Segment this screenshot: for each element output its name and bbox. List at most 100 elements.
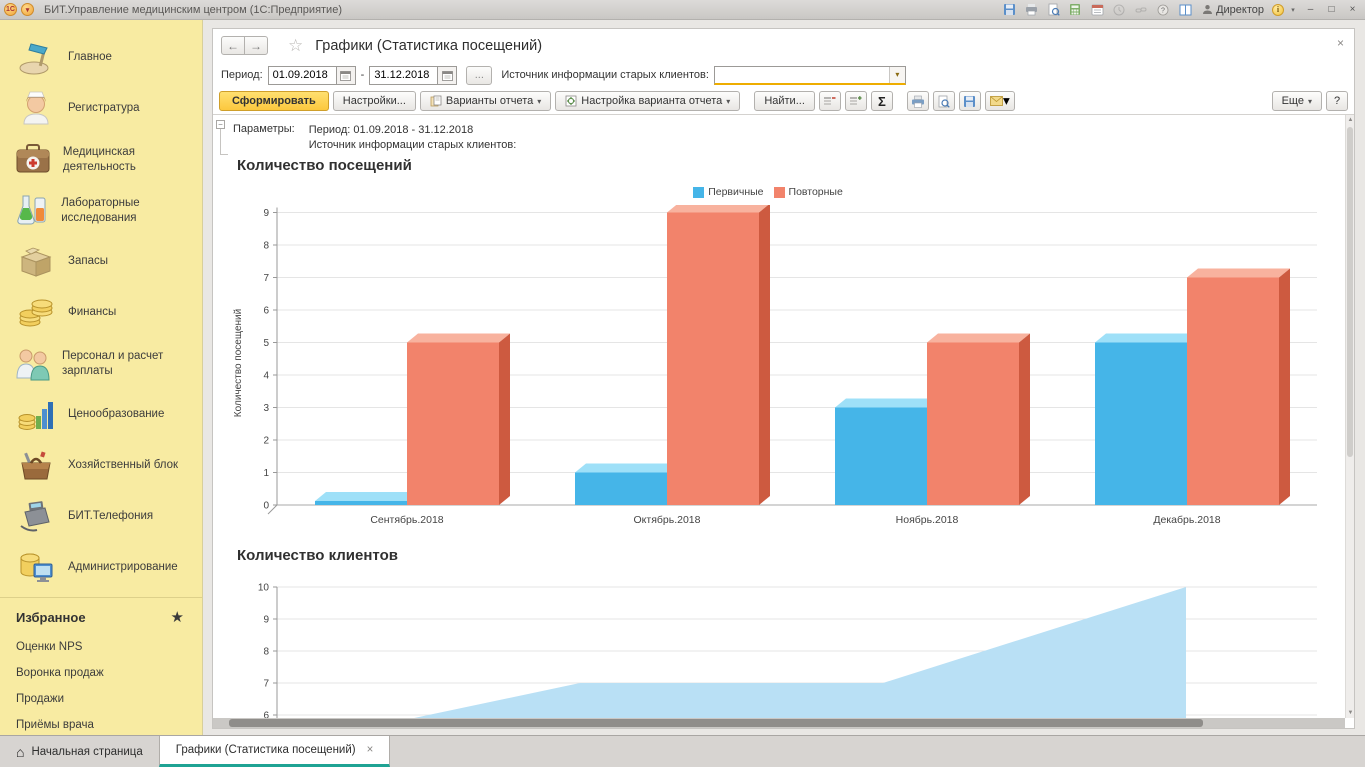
period-label: Период: — [221, 69, 263, 81]
calendar-picker-button[interactable] — [437, 66, 457, 85]
period-to-input[interactable] — [369, 66, 437, 85]
svg-text:3: 3 — [263, 403, 269, 414]
app-logo-icon[interactable]: 1С — [4, 3, 17, 16]
print-button[interactable] — [1022, 2, 1040, 18]
home-icon: ⌂ — [16, 744, 24, 760]
sidebar-item-pricing[interactable]: Ценообразование — [0, 389, 202, 440]
sidebar-item-label: Ценообразование — [68, 407, 164, 421]
sidebar-item-label: Администрирование — [68, 560, 178, 574]
calculator-button[interactable] — [1066, 2, 1084, 18]
report-variants-button[interactable]: Варианты отчета ▾ — [420, 91, 551, 111]
sidebar-item-administration[interactable]: Администрирование — [0, 542, 202, 593]
tab-report-active[interactable]: Графики (Статистика посещений) × — [159, 736, 391, 767]
find-button[interactable]: Найти... — [754, 91, 815, 111]
sidebar-item-telephony[interactable]: БИТ.Телефония — [0, 491, 202, 542]
scroll-up-icon[interactable]: ▲ — [1346, 115, 1354, 125]
link-icon — [1135, 4, 1147, 16]
preview-report-button[interactable] — [933, 91, 955, 111]
calendar-icon — [1091, 3, 1104, 16]
horizontal-scroll-thumb[interactable] — [229, 719, 1203, 727]
main-menu-button[interactable]: ▾ — [21, 3, 34, 16]
star-icon[interactable]: ★ — [171, 608, 184, 626]
svg-text:4: 4 — [263, 371, 269, 382]
question-icon: ? — [1157, 4, 1169, 16]
maximize-button[interactable]: □ — [1323, 2, 1340, 17]
calculator-icon — [1069, 3, 1081, 16]
close-report-icon[interactable]: × — [1337, 36, 1344, 50]
sum-button[interactable]: Σ — [871, 91, 893, 111]
printer-icon — [911, 95, 925, 108]
expand-groups-button[interactable] — [845, 91, 867, 111]
variant-setup-button[interactable]: Настройка варианта отчета ▾ — [555, 91, 740, 111]
sidebar-item-main[interactable]: Главное — [0, 32, 202, 83]
sidebar-item-label: Лабораторные исследования — [61, 196, 194, 225]
help-button[interactable]: ? — [1326, 91, 1348, 111]
nurse-icon — [14, 90, 58, 128]
favorite-item-sales-funnel[interactable]: Воронка продаж — [0, 660, 202, 686]
favorite-item-nps[interactable]: Оценки NPS — [0, 634, 202, 660]
close-window-button[interactable]: × — [1344, 2, 1361, 17]
source-input[interactable] — [715, 67, 889, 82]
sidebar-item-laboratory[interactable]: Лабораторные исследования — [0, 185, 202, 236]
user-icon — [1202, 4, 1213, 15]
more-button[interactable]: Еще ▾ — [1272, 91, 1322, 111]
sidebar-item-finance[interactable]: Финансы — [0, 287, 202, 338]
sidebar-item-facilities[interactable]: Хозяйственный блок — [0, 440, 202, 491]
favorite-item-sales[interactable]: Продажи — [0, 686, 202, 712]
clients-chart-title: Количество клиентов — [237, 547, 398, 564]
report-form: ← → ☆ Графики (Статистика посещений) × П… — [212, 28, 1355, 729]
preview-icon — [937, 95, 950, 108]
sidebar-item-stock[interactable]: Запасы — [0, 236, 202, 287]
svg-text:7: 7 — [263, 679, 269, 690]
collapse-groups-button[interactable] — [819, 91, 841, 111]
svg-text:8: 8 — [263, 647, 269, 658]
legend-swatch-salmon — [774, 187, 785, 198]
report-variants-icon — [430, 95, 442, 107]
collapse-group-icon[interactable]: − — [216, 120, 225, 129]
print-report-button[interactable] — [907, 91, 929, 111]
back-button[interactable]: ← — [221, 36, 245, 55]
favorite-item-doctor-visits[interactable]: Приёмы врача — [0, 712, 202, 735]
report-title: Графики (Статистика посещений) — [315, 38, 542, 54]
period-from-input[interactable] — [268, 66, 336, 85]
sidebar-item-medical[interactable]: Медицинская деятельность — [0, 134, 202, 185]
calendar-picker-button[interactable] — [336, 66, 356, 85]
service-info-button[interactable]: i — [1272, 4, 1284, 16]
minimize-button[interactable]: – — [1302, 2, 1319, 17]
scroll-down-icon[interactable]: ▼ — [1346, 708, 1354, 718]
floppy-icon — [963, 95, 976, 108]
forward-button[interactable]: → — [244, 36, 268, 55]
report-header: ← → ☆ Графики (Статистика посещений) × — [213, 29, 1354, 62]
split-window-button[interactable] — [1176, 2, 1194, 18]
tab-close-icon[interactable]: × — [367, 744, 374, 756]
help-circle-button[interactable]: ? — [1154, 2, 1172, 18]
sidebar-item-label: Персонал и расчет зарплаты — [62, 349, 194, 378]
sidebar-item-personnel[interactable]: Персонал и расчет зарплаты — [0, 338, 202, 389]
vertical-scroll-thumb[interactable] — [1347, 127, 1353, 457]
titlebar-more-button[interactable]: ▾ — [1288, 2, 1298, 18]
combo-dropdown-button[interactable]: ▾ — [889, 67, 905, 83]
send-mail-button[interactable]: ▾ — [985, 91, 1015, 111]
period-options-button[interactable]: ... — [466, 66, 492, 85]
current-user-button[interactable]: Директор — [1202, 4, 1264, 16]
calendar-icon — [442, 70, 453, 81]
sidebar-item-label: Медицинская деятельность — [63, 145, 194, 174]
calendar-button[interactable] — [1088, 2, 1106, 18]
svg-text:10: 10 — [258, 583, 270, 594]
horizontal-scrollbar[interactable] — [213, 718, 1345, 728]
visits-chart-title: Количество посещений — [237, 157, 412, 174]
settings-button[interactable]: Настройки... — [333, 91, 416, 111]
svg-text:Сентябрь.2018: Сентябрь.2018 — [370, 514, 443, 526]
sidebar-item-registry[interactable]: Регистратура — [0, 83, 202, 134]
favorite-star-icon[interactable]: ☆ — [288, 36, 303, 56]
tab-home[interactable]: ⌂ Начальная страница — [0, 736, 159, 767]
generate-button[interactable]: Сформировать — [219, 91, 329, 111]
vertical-scrollbar[interactable]: ▲ ▼ — [1345, 115, 1354, 718]
chevron-down-icon: ▾ — [726, 97, 730, 106]
save-report-button[interactable] — [959, 91, 981, 111]
print-preview-button[interactable] — [1044, 2, 1062, 18]
save-button[interactable] — [1000, 2, 1018, 18]
favorites-title: Избранное — [16, 610, 86, 625]
group-bracket — [220, 129, 228, 155]
lab-flasks-icon — [14, 192, 51, 230]
